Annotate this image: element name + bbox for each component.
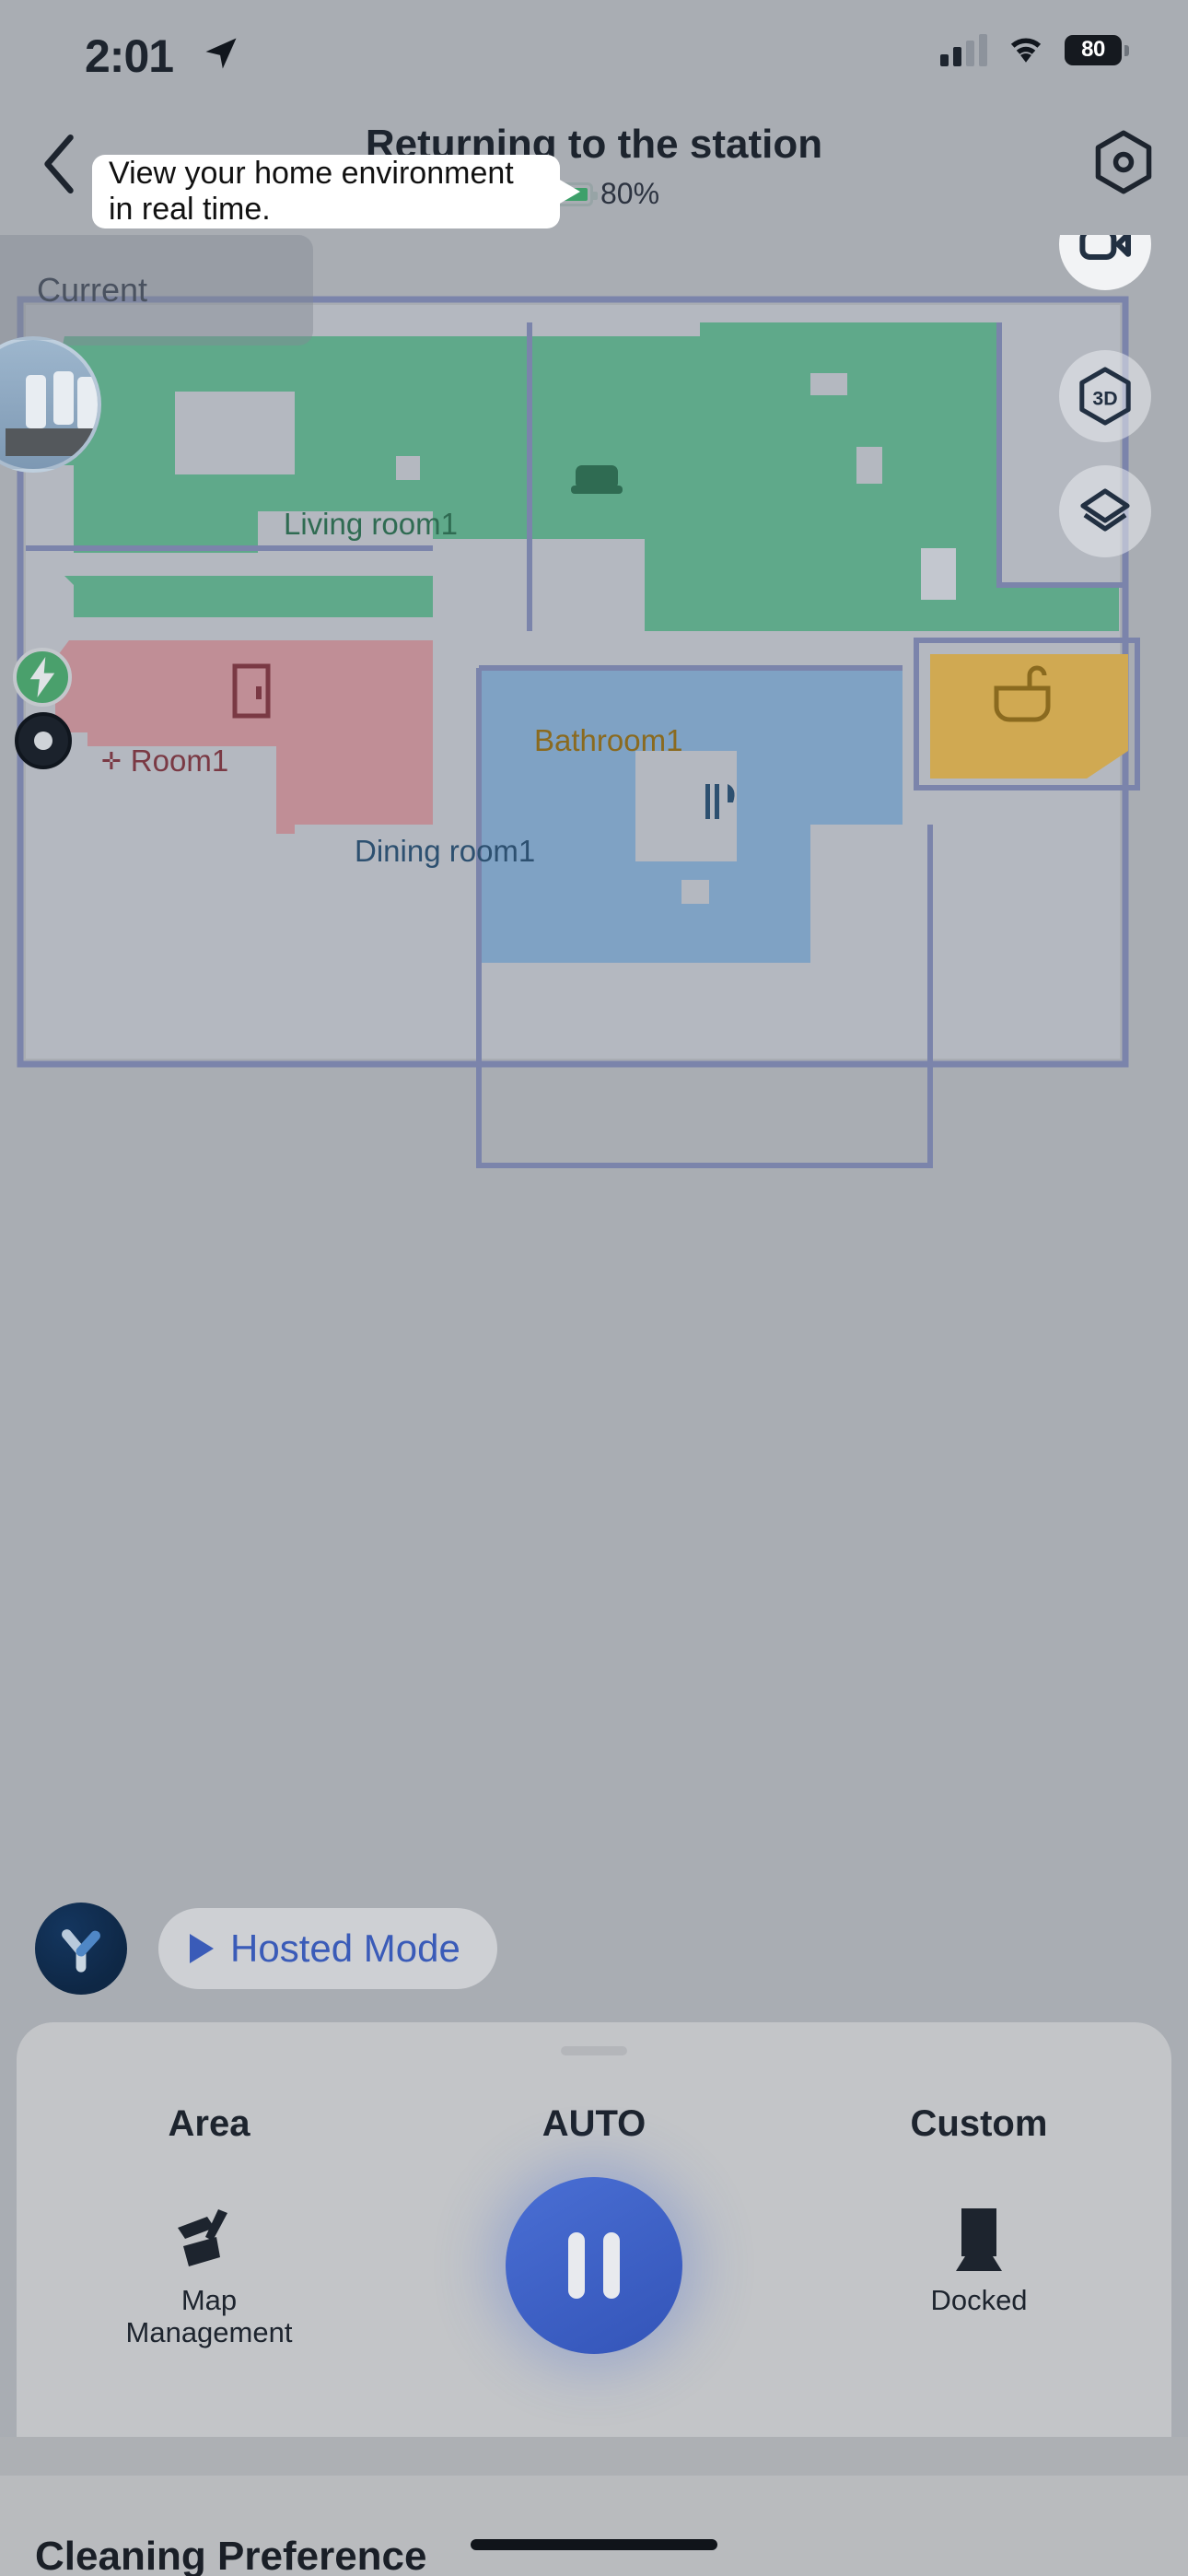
pause-button[interactable] bbox=[506, 2177, 682, 2354]
room-label-room1[interactable]: ✛ Room1 bbox=[101, 744, 228, 779]
video-camera-icon bbox=[1079, 235, 1131, 260]
charging-badge bbox=[13, 648, 72, 707]
hosted-mode-label: Hosted Mode bbox=[230, 1926, 460, 1970]
status-bar: 2:01 80 bbox=[0, 0, 1188, 111]
status-battery-level: 80 bbox=[1081, 37, 1105, 62]
settings-button[interactable] bbox=[1085, 123, 1162, 201]
sofa-icon bbox=[571, 465, 623, 494]
cleaning-preference-title: Cleaning Preference bbox=[35, 2534, 427, 2576]
map-layers-button[interactable] bbox=[1059, 465, 1151, 557]
room-marker-icon: ✛ bbox=[101, 746, 122, 775]
control-column-custom: Custom Docked bbox=[786, 2103, 1171, 2348]
room-label-text: Living room1 bbox=[284, 507, 458, 541]
room-label-bathroom[interactable]: Bathroom1 bbox=[534, 723, 682, 758]
status-time: 2:01 bbox=[85, 30, 174, 82]
control-column-area: Area Map Management bbox=[17, 2103, 402, 2348]
battery-percent: 80% bbox=[600, 177, 660, 210]
status-right-cluster: 80 bbox=[940, 33, 1129, 66]
map-management-icon bbox=[178, 2209, 227, 2266]
hosted-mode-row: Hosted Mode bbox=[0, 1903, 1188, 2022]
camera-tooltip[interactable]: View your home environment in real time. bbox=[92, 155, 580, 228]
home-indicator bbox=[471, 2539, 717, 2550]
hexagon-settings-icon bbox=[1095, 130, 1152, 194]
column-head-area: Area bbox=[168, 2103, 250, 2144]
map-management-caption: Map Management bbox=[17, 2284, 402, 2348]
dock-station-icon bbox=[956, 2208, 1002, 2271]
map-management-caption-line2: Management bbox=[125, 2315, 293, 2348]
map-management-button[interactable] bbox=[17, 2202, 402, 2277]
room-label-text: Dining room1 bbox=[355, 834, 536, 868]
dock-caption-line1: Docked bbox=[930, 2284, 1028, 2316]
footer-divider bbox=[0, 2437, 1188, 2476]
wifi-icon bbox=[1010, 38, 1042, 63]
dock-button[interactable] bbox=[786, 2202, 1171, 2277]
footer-area: Cleaning Preference bbox=[0, 2437, 1188, 2576]
column-head-custom: Custom bbox=[910, 2103, 1048, 2144]
status-battery: 80 bbox=[1065, 34, 1129, 65]
pause-icon-bar-left bbox=[568, 2232, 585, 2299]
room-label-text: Bathroom1 bbox=[534, 723, 683, 757]
robot-vacuum-icon[interactable] bbox=[15, 712, 72, 769]
location-arrow-icon bbox=[205, 38, 237, 69]
map-management-caption-line1: Map bbox=[181, 2284, 238, 2316]
y-brand-logo-icon[interactable] bbox=[35, 1903, 127, 1995]
hosted-mode-button[interactable]: Hosted Mode bbox=[158, 1908, 497, 1989]
room-label-text: Room1 bbox=[130, 744, 229, 778]
y-logo-glyph bbox=[62, 1929, 100, 1973]
camera-tooltip-text: View your home environment in real time. bbox=[109, 156, 514, 227]
sheet-grabber[interactable] bbox=[561, 2046, 627, 2055]
charging-bolt-icon bbox=[29, 657, 55, 697]
current-map-chip[interactable]: Current bbox=[0, 235, 313, 345]
control-sheet: Area Map Management AUTO Custom Docked bbox=[17, 2022, 1171, 2437]
room-label-dining-room[interactable]: Dining room1 bbox=[355, 834, 535, 869]
room-label-living-room[interactable]: Living room1 bbox=[284, 507, 458, 542]
pause-icon-bar-right bbox=[603, 2232, 620, 2299]
view-3d-button[interactable]: 3D bbox=[1059, 350, 1151, 442]
layers-icon bbox=[1080, 488, 1130, 532]
floor-plan-map[interactable] bbox=[0, 235, 1188, 1801]
play-triangle-icon bbox=[190, 1934, 214, 1963]
current-map-label: Current bbox=[37, 271, 148, 309]
app-screen: 2:01 80 Returning to the station 80% Liv… bbox=[0, 0, 1188, 2576]
3d-hexagon-icon: 3D bbox=[1079, 367, 1131, 426]
view-3d-label: 3D bbox=[1092, 388, 1117, 410]
cellular-signal-icon bbox=[940, 33, 987, 66]
column-head-auto: AUTO bbox=[542, 2103, 646, 2144]
map-area[interactable]: Living room1 ✛ Room1 Dining room1 Bathro… bbox=[0, 235, 1188, 1801]
dock-caption: Docked bbox=[786, 2284, 1171, 2317]
